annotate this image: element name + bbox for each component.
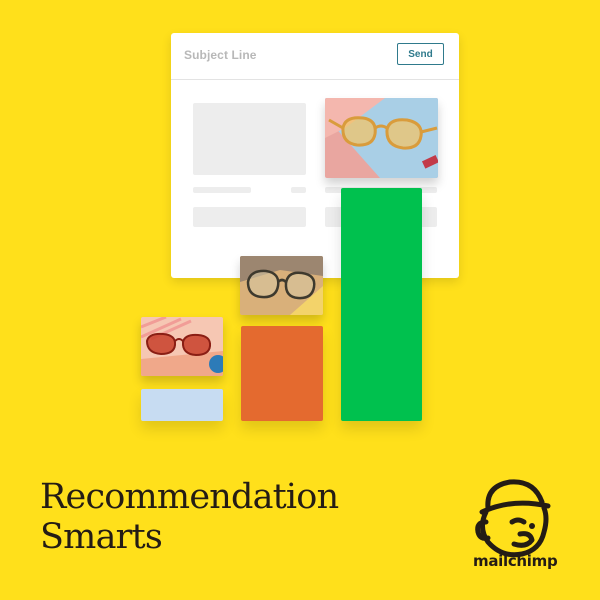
subject-line-placeholder[interactable]: Subject Line	[184, 48, 257, 62]
product-photo-red-glasses	[141, 317, 223, 376]
text-placeholder-line	[291, 187, 306, 193]
promo-canvas: Subject Line Send Recommendation Smarts …	[0, 0, 600, 600]
clear-glasses-image	[240, 256, 323, 315]
headline-line-1: Recommendation	[40, 477, 339, 517]
image-placeholder	[193, 103, 306, 175]
product-photo-yellow-glasses	[325, 98, 438, 178]
button-placeholder	[193, 207, 306, 227]
headline: Recommendation Smarts	[40, 477, 339, 557]
yellow-glasses-image	[325, 98, 438, 178]
bar-light-blue	[141, 389, 223, 421]
bar-orange	[241, 326, 323, 421]
mailchimp-wordmark: mailchimp	[473, 552, 558, 570]
bar-green	[341, 188, 422, 421]
red-glasses-image	[141, 317, 223, 376]
email-header: Subject Line Send	[171, 33, 459, 80]
headline-line-2: Smarts	[40, 517, 163, 557]
text-placeholder-line	[193, 187, 251, 193]
send-button[interactable]: Send	[397, 43, 444, 65]
product-photo-clear-glasses	[240, 256, 323, 315]
